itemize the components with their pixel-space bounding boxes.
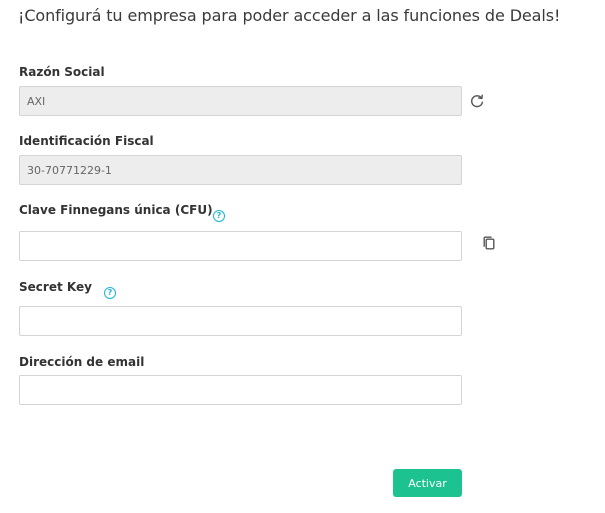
email-field[interactable]	[19, 375, 462, 405]
company-setup-page: ¡Configurá tu empresa para poder acceder…	[0, 0, 605, 513]
copy-icon[interactable]	[481, 235, 497, 251]
email-label: Dirección de email	[19, 355, 145, 369]
cfu-input[interactable]	[20, 232, 461, 260]
razon-social-input	[20, 87, 461, 115]
cfu-help-icon[interactable]: ?	[213, 210, 225, 222]
cfu-label: Clave Finnegans única (CFU)	[19, 203, 213, 217]
identificacion-fiscal-field	[19, 155, 462, 185]
secret-key-input[interactable]	[20, 307, 461, 335]
razon-social-field	[19, 86, 462, 116]
secret-key-field[interactable]	[19, 306, 462, 336]
identificacion-fiscal-label: Identificación Fiscal	[19, 134, 154, 148]
page-title: ¡Configurá tu empresa para poder acceder…	[18, 6, 561, 25]
secret-key-label: Secret Key	[19, 280, 92, 294]
activar-button[interactable]: Activar	[393, 469, 462, 497]
razon-social-label: Razón Social	[19, 65, 105, 79]
identificacion-fiscal-input	[20, 156, 461, 184]
email-input[interactable]	[20, 376, 461, 404]
cfu-field[interactable]	[19, 231, 462, 261]
refresh-icon[interactable]	[469, 93, 485, 109]
secret-key-help-icon[interactable]: ?	[104, 287, 116, 299]
